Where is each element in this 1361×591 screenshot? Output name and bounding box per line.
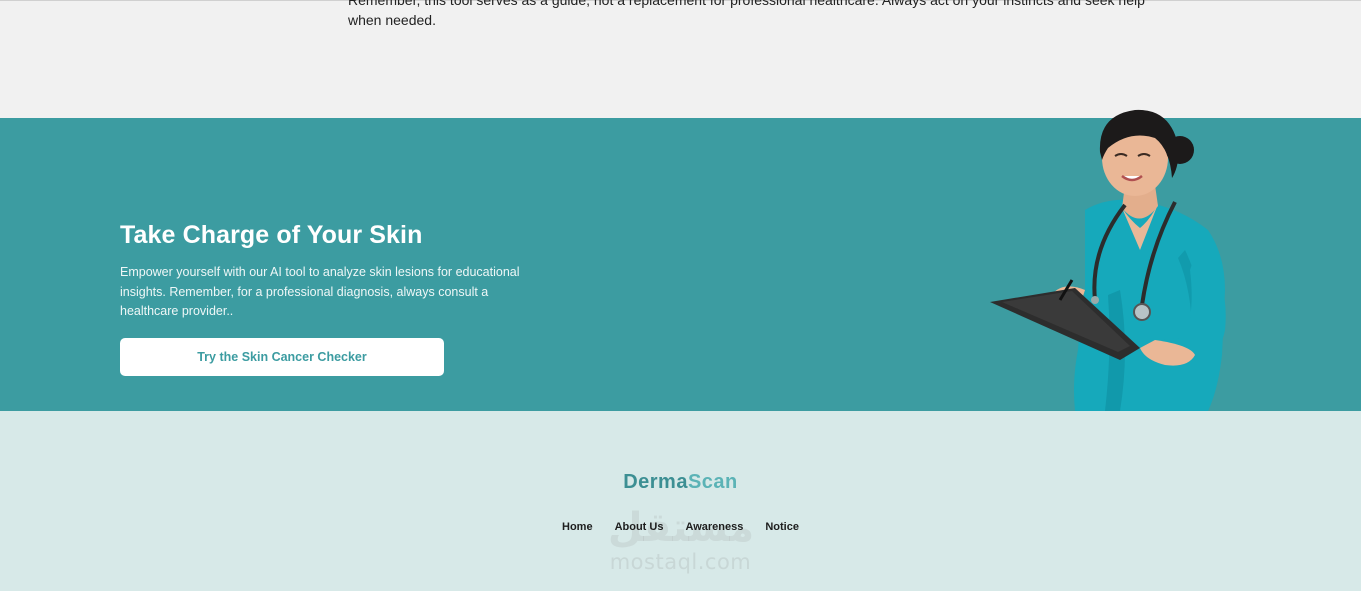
- disclaimer-text: Remember, this tool serves as a guide, n…: [348, 0, 1145, 28]
- footer-link-awareness[interactable]: Awareness: [685, 521, 743, 533]
- footer-link-notice[interactable]: Notice: [765, 521, 799, 533]
- footer-brand-logo[interactable]: DermaScan: [0, 471, 1361, 494]
- skin-checker-button[interactable]: Try the Skin Cancer Checker: [120, 338, 444, 376]
- mostaql-watermark: مستقل mostaql.com: [0, 506, 1361, 574]
- cta-banner: Take Charge of Your Skin Empower yoursel…: [0, 109, 1361, 411]
- brand-name-light: Scan: [687, 471, 738, 493]
- cta-description: Empower yourself with our AI tool to ana…: [120, 265, 520, 318]
- nurse-illustration: [990, 109, 1226, 411]
- footer-link-home[interactable]: Home: [562, 521, 593, 533]
- page: Remember, this tool serves as a guide, n…: [0, 0, 1361, 591]
- footer-link-about-us[interactable]: About Us: [615, 521, 664, 533]
- watermark-latin-text: mostaql.com: [609, 550, 752, 574]
- footer: مستقل mostaql.com DermaScan Home About U…: [0, 411, 1361, 591]
- footer-nav: Home About Us Awareness Notice: [0, 521, 1361, 533]
- brand-name-dark: Derma: [623, 471, 688, 493]
- cta-heading: Take Charge of Your Skin: [120, 221, 423, 249]
